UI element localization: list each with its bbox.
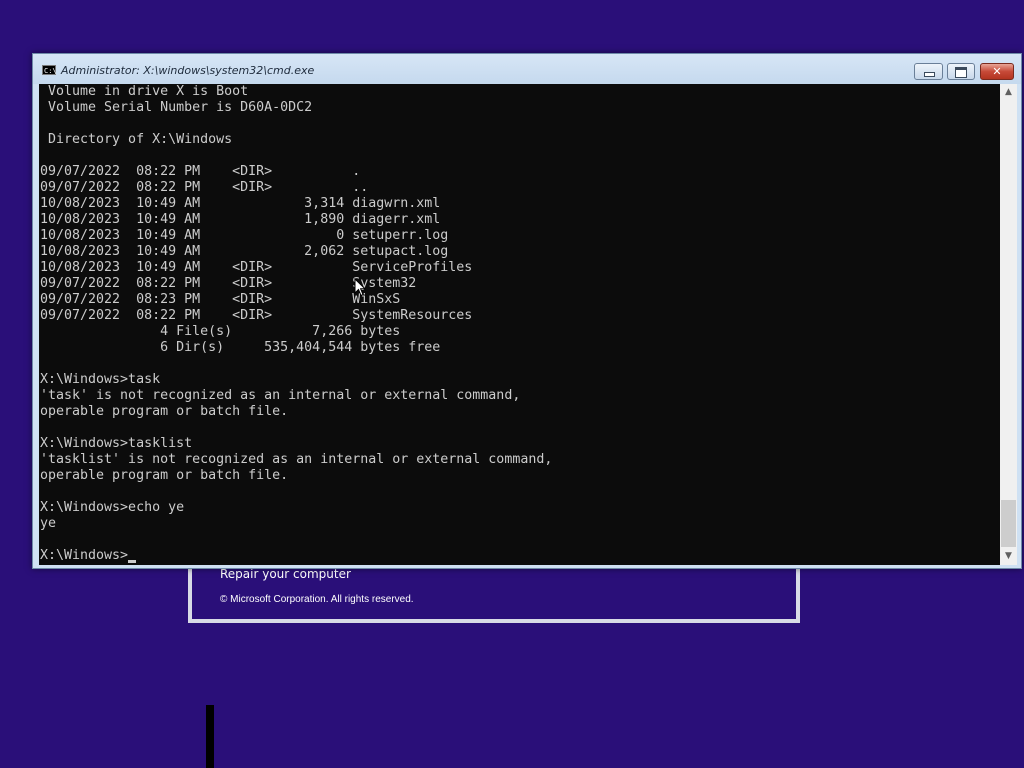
console-line: X:\Windows>echo ye (40, 500, 185, 515)
console-line: operable program or batch file. (40, 468, 289, 483)
background-bar (206, 705, 214, 768)
console-prompt: X:\Windows> (40, 548, 129, 563)
vertical-scrollbar[interactable]: ▲ ▼ (1000, 84, 1017, 565)
console-line: 10/08/2023 10:49 AM 2,062 setupact.log (40, 244, 449, 259)
console-line: 09/07/2022 08:22 PM <DIR> System32 (40, 276, 417, 291)
console-line: ye (40, 516, 57, 531)
scroll-thumb[interactable] (1001, 500, 1016, 547)
console-line: Volume Serial Number is D60A-0DC2 (40, 100, 313, 115)
close-button[interactable] (980, 63, 1014, 80)
window-title: Administrator: X:\windows\system32\cmd.e… (61, 64, 315, 77)
cmd-window[interactable]: C:\ Administrator: X:\windows\system32\c… (32, 53, 1022, 569)
title-bar[interactable]: C:\ Administrator: X:\windows\system32\c… (33, 54, 1021, 84)
console-line: Directory of X:\Windows (40, 132, 233, 147)
cmd-icon[interactable]: C:\ (42, 65, 57, 75)
scroll-up-arrow-icon[interactable]: ▲ (1000, 84, 1017, 101)
console-line: 6 Dir(s) 535,404,544 bytes free (40, 340, 441, 355)
console-line: X:\Windows>task (40, 372, 161, 387)
console-line: 4 File(s) 7,266 bytes (40, 324, 401, 339)
console-output[interactable]: Volume in drive X is Boot Volume Serial … (39, 84, 1000, 565)
console-prompt-line[interactable]: X:\Windows> (40, 548, 552, 564)
console-line: 09/07/2022 08:22 PM <DIR> . (40, 164, 361, 179)
console-line: 'tasklist' is not recognized as an inter… (40, 452, 553, 467)
mouse-pointer-icon (354, 278, 366, 297)
console-line: 09/07/2022 08:23 PM <DIR> WinSxS (40, 292, 401, 307)
console-line: X:\Windows>tasklist (40, 436, 193, 451)
repair-computer-link[interactable]: Repair your computer (220, 567, 351, 581)
console-line: 09/07/2022 08:22 PM <DIR> .. (40, 180, 369, 195)
console-lines: Volume in drive X is Boot Volume Serial … (40, 84, 552, 564)
minimize-button[interactable] (914, 63, 943, 80)
console-line: operable program or batch file. (40, 404, 289, 419)
console-line: Volume in drive X is Boot (40, 84, 249, 99)
console-line: 10/08/2023 10:49 AM 3,314 diagwrn.xml (40, 196, 441, 211)
scroll-down-arrow-icon[interactable]: ▼ (1000, 548, 1017, 565)
text-caret (128, 560, 137, 563)
maximize-button[interactable] (947, 63, 975, 80)
console-line: 10/08/2023 10:49 AM 0 setuperr.log (40, 228, 449, 243)
copyright-text: © Microsoft Corporation. All rights rese… (220, 594, 414, 605)
console-line: 'task' is not recognized as an internal … (40, 388, 521, 403)
console-line: 09/07/2022 08:22 PM <DIR> SystemResource… (40, 308, 473, 323)
console-line: 10/08/2023 10:49 AM 1,890 diagerr.xml (40, 212, 441, 227)
console-line: 10/08/2023 10:49 AM <DIR> ServiceProfile… (40, 260, 473, 275)
